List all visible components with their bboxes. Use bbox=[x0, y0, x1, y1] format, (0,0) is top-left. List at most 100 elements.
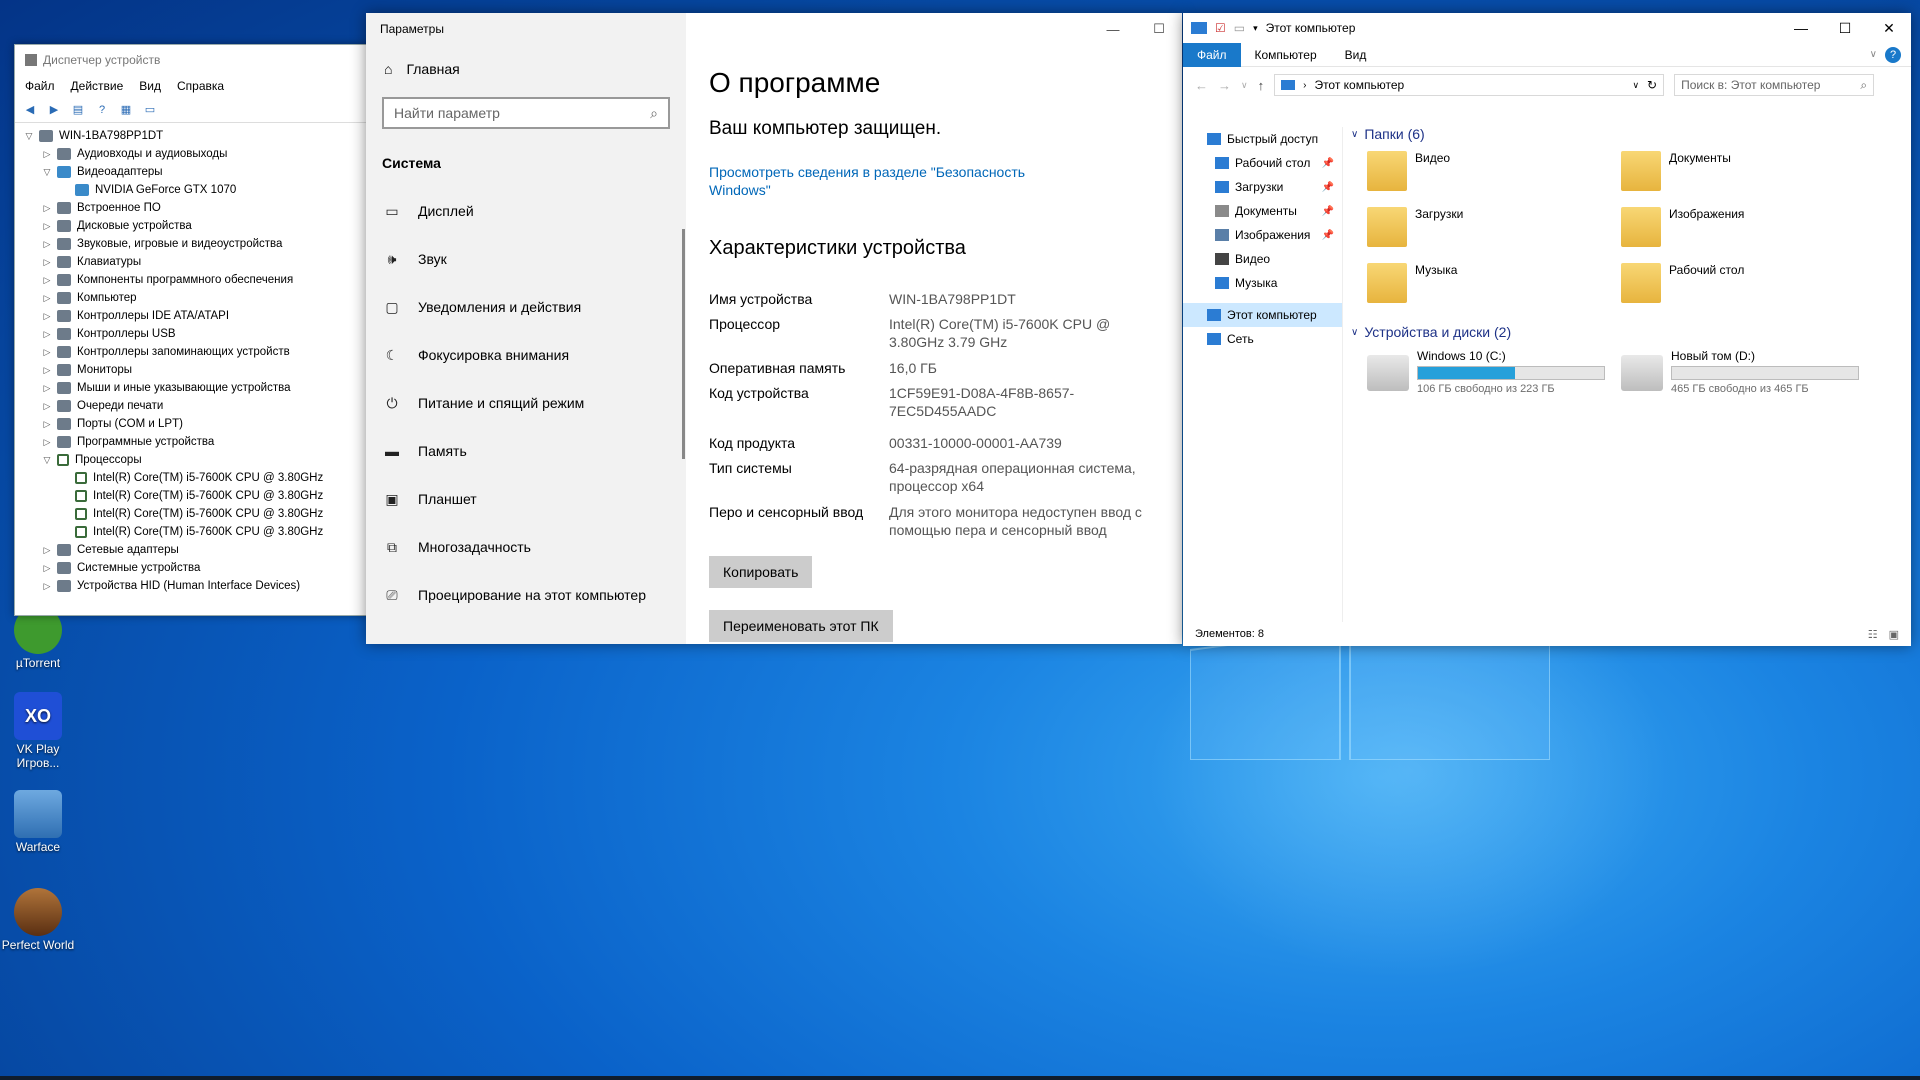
chevron-right-icon[interactable]: ▷ bbox=[41, 221, 53, 232]
device-tree-item[interactable]: ▷ Компоненты программного обеспечения bbox=[15, 271, 369, 289]
file-explorer-window[interactable]: ☑ ▭ ▾ Этот компьютер — ☐ ✕ Файл Компьюте… bbox=[1183, 13, 1911, 646]
device-tree-item[interactable]: Intel(R) Core(TM) i5-7600K CPU @ 3.80GHz bbox=[15, 523, 369, 541]
security-link[interactable]: Просмотреть сведения в разделе "Безопасн… bbox=[709, 163, 1049, 199]
device-tree-item[interactable]: ▷ Контроллеры запоминающих устройств bbox=[15, 343, 369, 361]
folder-item[interactable]: Видео bbox=[1351, 145, 1605, 201]
device-manager-window[interactable]: Диспетчер устройств Файл Действие Вид Сп… bbox=[14, 44, 370, 616]
menu-help[interactable]: Справка bbox=[177, 79, 224, 93]
device-tree-item[interactable]: ▷ Мыши и иные указывающие устройства bbox=[15, 379, 369, 397]
properties-icon[interactable]: ▤ bbox=[69, 102, 87, 118]
folder-item[interactable]: Музыка bbox=[1351, 257, 1605, 313]
nav-pane-item[interactable]: Сеть bbox=[1183, 327, 1342, 351]
folder-item[interactable]: Рабочий стол bbox=[1605, 257, 1859, 313]
chevron-right-icon[interactable]: ▷ bbox=[41, 581, 53, 592]
device-tree-item[interactable]: Intel(R) Core(TM) i5-7600K CPU @ 3.80GHz bbox=[15, 487, 369, 505]
settings-nav-item[interactable]: ☾ Фокусировка внимания bbox=[366, 331, 686, 379]
desktop-icon-perfect-world[interactable]: Perfect World bbox=[0, 888, 76, 952]
device-tree-item[interactable]: Intel(R) Core(TM) i5-7600K CPU @ 3.80GHz bbox=[15, 469, 369, 487]
ribbon-tab-file[interactable]: Файл bbox=[1183, 42, 1241, 67]
settings-home[interactable]: ⌂ Главная bbox=[366, 45, 686, 93]
copy-button[interactable]: Копировать bbox=[709, 556, 813, 588]
nav-pane-item[interactable]: Видео bbox=[1183, 247, 1342, 271]
device-tree-item[interactable]: ▷ Дисковые устройства bbox=[15, 217, 369, 235]
device-tree-item[interactable]: ▷ Сетевые адаптеры bbox=[15, 541, 369, 559]
up-arrow-icon[interactable]: ↑ bbox=[1258, 78, 1265, 93]
chevron-right-icon[interactable]: ▷ bbox=[41, 419, 53, 430]
forward-arrow-icon[interactable]: ▶ bbox=[45, 102, 63, 118]
chevron-down-icon[interactable]: ▽ bbox=[23, 131, 35, 142]
device-tree-item[interactable]: ▷ Аудиовходы и аудиовыходы bbox=[15, 145, 369, 163]
nav-pane-item[interactable]: Рабочий стол 📌 bbox=[1183, 151, 1342, 175]
chevron-right-icon[interactable]: ▷ bbox=[41, 257, 53, 268]
chevron-right-icon[interactable]: ▷ bbox=[41, 203, 53, 214]
new-folder-icon[interactable]: ▭ bbox=[1234, 21, 1245, 35]
maximize-icon[interactable]: ☐ bbox=[1823, 20, 1867, 37]
settings-nav-item[interactable]: ⧉ Многозадачность bbox=[366, 523, 686, 571]
chevron-down-icon[interactable]: ▽ bbox=[41, 167, 53, 178]
nav-pane-item[interactable]: Загрузки 📌 bbox=[1183, 175, 1342, 199]
chevron-right-icon[interactable]: ▷ bbox=[41, 383, 53, 394]
chevron-right-icon[interactable]: ▷ bbox=[41, 275, 53, 286]
chevron-right-icon[interactable]: ▷ bbox=[41, 347, 53, 358]
settings-window[interactable]: Параметры ⌂ Главная Найти параметр ⌕ Сис… bbox=[366, 13, 1182, 644]
forward-arrow-icon[interactable]: → bbox=[1218, 78, 1231, 93]
explorer-titlebar[interactable]: ☑ ▭ ▾ Этот компьютер — ☐ ✕ bbox=[1183, 13, 1911, 43]
rename-pc-button[interactable]: Переименовать этот ПК bbox=[709, 610, 893, 642]
pin-icon[interactable]: 📌 bbox=[1322, 206, 1334, 217]
device-tree-item[interactable]: ▽ Процессоры bbox=[15, 451, 369, 469]
nav-pane-item[interactable]: Музыка bbox=[1183, 271, 1342, 295]
ribbon-tab-computer[interactable]: Компьютер bbox=[1241, 43, 1331, 67]
folders-group-header[interactable]: ∨ Папки (6) bbox=[1351, 123, 1911, 145]
chevron-down-icon[interactable]: ∨ bbox=[1241, 80, 1248, 91]
pin-icon[interactable]: 📌 bbox=[1322, 158, 1334, 169]
device-tree-item[interactable]: ▷ Мониторы bbox=[15, 361, 369, 379]
nav-pane-item[interactable]: Изображения 📌 bbox=[1183, 223, 1342, 247]
nav-pane-item[interactable]: Быстрый доступ bbox=[1183, 127, 1342, 151]
settings-search-input[interactable]: Найти параметр ⌕ bbox=[382, 97, 670, 129]
drives-group-header[interactable]: ∨ Устройства и диски (2) bbox=[1351, 321, 1911, 343]
minimize-icon[interactable]: — bbox=[1779, 20, 1823, 37]
chevron-right-icon[interactable]: ▷ bbox=[41, 563, 53, 574]
address-bar[interactable]: › Этот компьютер ∨ ↻ bbox=[1274, 74, 1665, 96]
device-manager-titlebar[interactable]: Диспетчер устройств bbox=[15, 45, 369, 75]
settings-nav-item[interactable]: ⏻ Питание и спящий режим bbox=[366, 379, 686, 427]
folder-item[interactable]: Загрузки bbox=[1351, 201, 1605, 257]
device-tree-item[interactable]: ▷ Звуковые, игровые и видеоустройства bbox=[15, 235, 369, 253]
help-icon[interactable]: ? bbox=[1885, 46, 1901, 63]
nav-pane-item[interactable]: Документы 📌 bbox=[1183, 199, 1342, 223]
desktop-icon-vkplay[interactable]: XO VK Play Игров... bbox=[0, 692, 76, 770]
folder-item[interactable]: Изображения bbox=[1605, 201, 1859, 257]
refresh-icon[interactable]: ↻ bbox=[1647, 78, 1657, 92]
desktop-icon-warface[interactable]: Warface bbox=[0, 790, 76, 854]
device-tree-item[interactable]: ▷ Программные устройства bbox=[15, 433, 369, 451]
drive-item[interactable]: Windows 10 (C:) 106 ГБ свободно из 223 ГБ bbox=[1351, 347, 1605, 401]
device-tree-item[interactable]: ▷ Очереди печати bbox=[15, 397, 369, 415]
settings-nav-item[interactable]: 🕪 Звук bbox=[366, 235, 686, 283]
explorer-search-input[interactable]: Поиск в: Этот компьютер ⌕ bbox=[1674, 74, 1875, 96]
device-tree-item[interactable]: ▷ Компьютер bbox=[15, 289, 369, 307]
device-tree-item[interactable]: ▷ Системные устройства bbox=[15, 559, 369, 577]
device-tree-item[interactable]: ▷ Встроенное ПО bbox=[15, 199, 369, 217]
chevron-right-icon[interactable]: ▷ bbox=[41, 239, 53, 250]
drive-item[interactable]: Новый том (D:) 465 ГБ свободно из 465 ГБ bbox=[1605, 347, 1859, 401]
settings-nav-item[interactable]: ▭ Дисплей bbox=[366, 187, 686, 235]
properties-checkbox-icon[interactable]: ☑ bbox=[1215, 21, 1226, 35]
menu-view[interactable]: Вид bbox=[139, 79, 161, 93]
chevron-right-icon[interactable]: ▷ bbox=[41, 437, 53, 448]
chevron-down-icon[interactable]: ▽ bbox=[41, 455, 53, 466]
ribbon-tab-view[interactable]: Вид bbox=[1331, 43, 1381, 67]
chevron-right-icon[interactable]: ▷ bbox=[41, 149, 53, 160]
chevron-right-icon[interactable]: ▷ bbox=[41, 329, 53, 340]
chevron-right-icon[interactable]: ▷ bbox=[41, 545, 53, 556]
monitor-icon[interactable]: ▭ bbox=[141, 102, 159, 118]
device-tree-item[interactable]: NVIDIA GeForce GTX 1070 bbox=[15, 181, 369, 199]
settings-nav-item[interactable]: ▣ Планшет bbox=[366, 475, 686, 523]
chevron-right-icon[interactable]: ▷ bbox=[41, 311, 53, 322]
settings-nav-item[interactable]: ▬ Память bbox=[366, 427, 686, 475]
settings-nav-item[interactable]: ⎚ Проецирование на этот компьютер bbox=[366, 571, 686, 619]
folder-item[interactable]: Документы bbox=[1605, 145, 1859, 201]
chevron-right-icon[interactable]: ▷ bbox=[41, 293, 53, 304]
device-tree-item[interactable]: ▽ Видеоадаптеры bbox=[15, 163, 369, 181]
device-tree-item[interactable]: ▷ Устройства HID (Human Interface Devices… bbox=[15, 577, 369, 595]
close-icon[interactable]: ✕ bbox=[1867, 20, 1911, 37]
